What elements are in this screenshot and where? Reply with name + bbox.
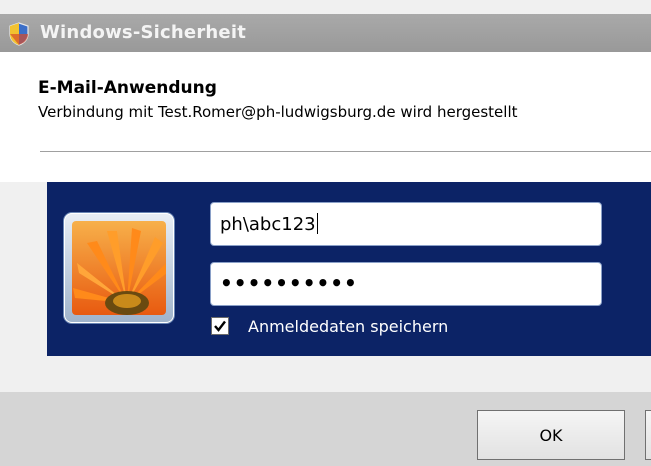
username-input[interactable]: ph\abc123 xyxy=(210,202,602,246)
title-bar[interactable]: Windows-Sicherheit xyxy=(0,14,651,52)
username-value: ph\abc123 xyxy=(220,214,316,235)
ok-button[interactable]: OK xyxy=(477,410,625,460)
shield-icon xyxy=(8,22,30,46)
avatar xyxy=(64,213,174,323)
password-input[interactable]: •••••••••• xyxy=(210,262,602,306)
divider xyxy=(40,151,651,152)
connection-text: Verbindung mit Test.Romer@ph-ludwigsburg… xyxy=(38,103,518,121)
app-name: E-Mail-Anwendung xyxy=(38,78,217,98)
cancel-button[interactable] xyxy=(645,410,651,460)
flower-icon xyxy=(72,221,166,315)
remember-label[interactable]: Anmeldedaten speichern xyxy=(248,317,448,336)
checkmark-icon xyxy=(214,320,226,332)
password-value: •••••••••• xyxy=(220,271,358,295)
text-caret xyxy=(316,213,318,234)
window-title: Windows-Sicherheit xyxy=(40,22,247,43)
remember-checkbox[interactable] xyxy=(211,317,229,335)
